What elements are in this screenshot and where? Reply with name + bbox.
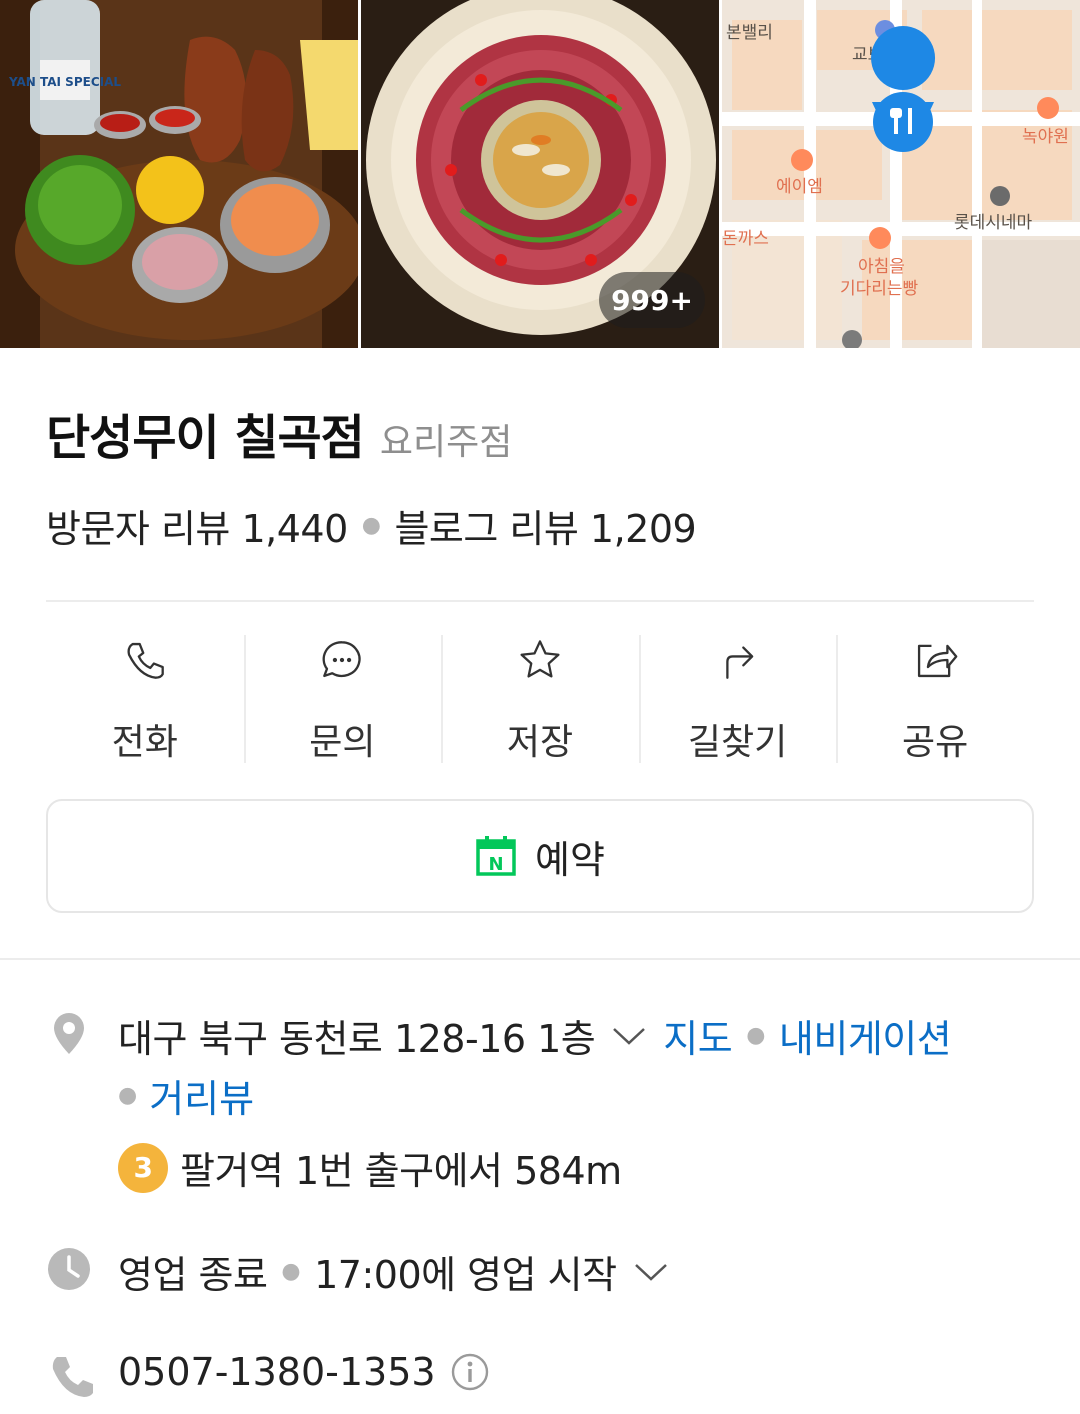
food-photo-2[interactable]: 999+	[361, 0, 719, 348]
chevron-down-icon[interactable]	[631, 1260, 671, 1284]
star-icon	[520, 640, 560, 678]
share-button[interactable]: 공유	[836, 635, 1034, 765]
phone-icon	[52, 1357, 93, 1397]
food-photo-1[interactable]: YAN TAI SPECIAL	[0, 0, 358, 348]
bottle-label: YAN TAI SPECIAL	[8, 75, 121, 89]
inquiry-label: 문의	[309, 722, 376, 763]
blog-review-link[interactable]: 블로그 리뷰 1,209	[394, 498, 696, 553]
chat-icon	[322, 641, 362, 678]
divider	[46, 600, 1034, 602]
subway-info: 3 팔거역 1번 출구에서 584m	[118, 1140, 622, 1195]
visitor-review-link[interactable]: 방문자 리뷰 1,440	[46, 498, 348, 553]
map-label-5: 롯데시네마	[954, 213, 1033, 233]
reservation-button[interactable]: N 예약	[46, 799, 1034, 913]
phone-icon	[127, 642, 164, 679]
separator-dot: ●	[746, 1023, 765, 1048]
info-icon[interactable]	[450, 1352, 490, 1392]
map-label-4: 에이엠	[776, 177, 823, 197]
address-text[interactable]: 대구 북구 동천로 128-16 1층	[118, 1008, 596, 1063]
separator-dot: ●	[281, 1259, 301, 1284]
place-title-row: 단성무이 칠곡점 요리주점	[46, 398, 512, 468]
share-label: 공유	[902, 722, 969, 763]
address-row: 대구 북구 동천로 128-16 1층 지도 ● 내비게이션	[118, 1008, 952, 1063]
reservation-label: 예약	[535, 837, 605, 882]
hours-row[interactable]: 영업 종료 ● 17:00에 영업 시작	[118, 1244, 671, 1299]
subway-line-badge: 3	[118, 1142, 168, 1193]
map-label-6: 돈까스	[722, 229, 769, 249]
call-button[interactable]: 전화	[46, 635, 244, 765]
photo-count-badge[interactable]: 999+	[599, 272, 705, 328]
street-view-link[interactable]: 거리뷰	[149, 1068, 254, 1123]
chevron-down-icon[interactable]	[609, 1024, 649, 1048]
directions-button[interactable]: 길찾기	[638, 635, 837, 765]
skewer-platter-illustration: YAN TAI SPECIAL	[0, 0, 358, 348]
naver-n-letter: N	[488, 854, 503, 875]
navigation-link[interactable]: 내비게이션	[779, 1008, 952, 1063]
address-row-2: ● 거리뷰	[118, 1068, 254, 1123]
directions-label: 길찾기	[687, 722, 788, 763]
section-divider	[0, 958, 1080, 960]
place-name: 단성무이 칠곡점	[46, 410, 365, 466]
separator-dot: ●	[361, 513, 381, 538]
photo-gallery: YAN TAI SPECIAL 999+ 본밸리 녹야원 에이엠 롯데시네마 돈…	[0, 0, 1080, 348]
review-summary: 방문자 리뷰 1,440 ● 블로그 리뷰 1,209	[46, 498, 697, 553]
clock-icon	[48, 1248, 90, 1290]
location-pin-icon	[54, 1013, 84, 1054]
phone-number[interactable]: 0507-1380-1353	[118, 1350, 436, 1394]
map-label-7: 아침을	[858, 257, 905, 277]
place-category: 요리주점	[379, 422, 513, 463]
business-status: 영업 종료	[118, 1253, 268, 1297]
map-label-3: 녹야원	[1022, 127, 1069, 147]
separator-dot: ●	[118, 1083, 138, 1108]
phone-row: 0507-1380-1353	[118, 1350, 490, 1394]
inquiry-button[interactable]: 문의	[243, 635, 442, 765]
share-icon	[918, 644, 958, 678]
action-bar: 전화 문의 저장 길찾기 공유	[46, 635, 1034, 765]
directions-icon	[725, 646, 753, 679]
location-map[interactable]: 본밸리 교보문고 녹야원 에이엠 롯데시네마 돈까스 아침을 기다리는빵	[722, 0, 1080, 348]
next-open-time: 17:00에 영업 시작	[314, 1253, 617, 1297]
naver-calendar-icon: N	[476, 836, 516, 876]
map-background: 본밸리 교보문고 녹야원 에이엠 롯데시네마 돈까스 아침을 기다리는빵	[722, 0, 1080, 348]
subway-distance-text: 팔거역 1번 출구에서 584m	[180, 1149, 622, 1193]
map-link[interactable]: 지도	[663, 1008, 732, 1063]
save-label: 저장	[506, 722, 574, 763]
save-button[interactable]: 저장	[441, 635, 639, 765]
map-label-1: 본밸리	[726, 23, 773, 43]
call-label: 전화	[111, 722, 178, 763]
map-label-8: 기다리는빵	[840, 279, 919, 299]
